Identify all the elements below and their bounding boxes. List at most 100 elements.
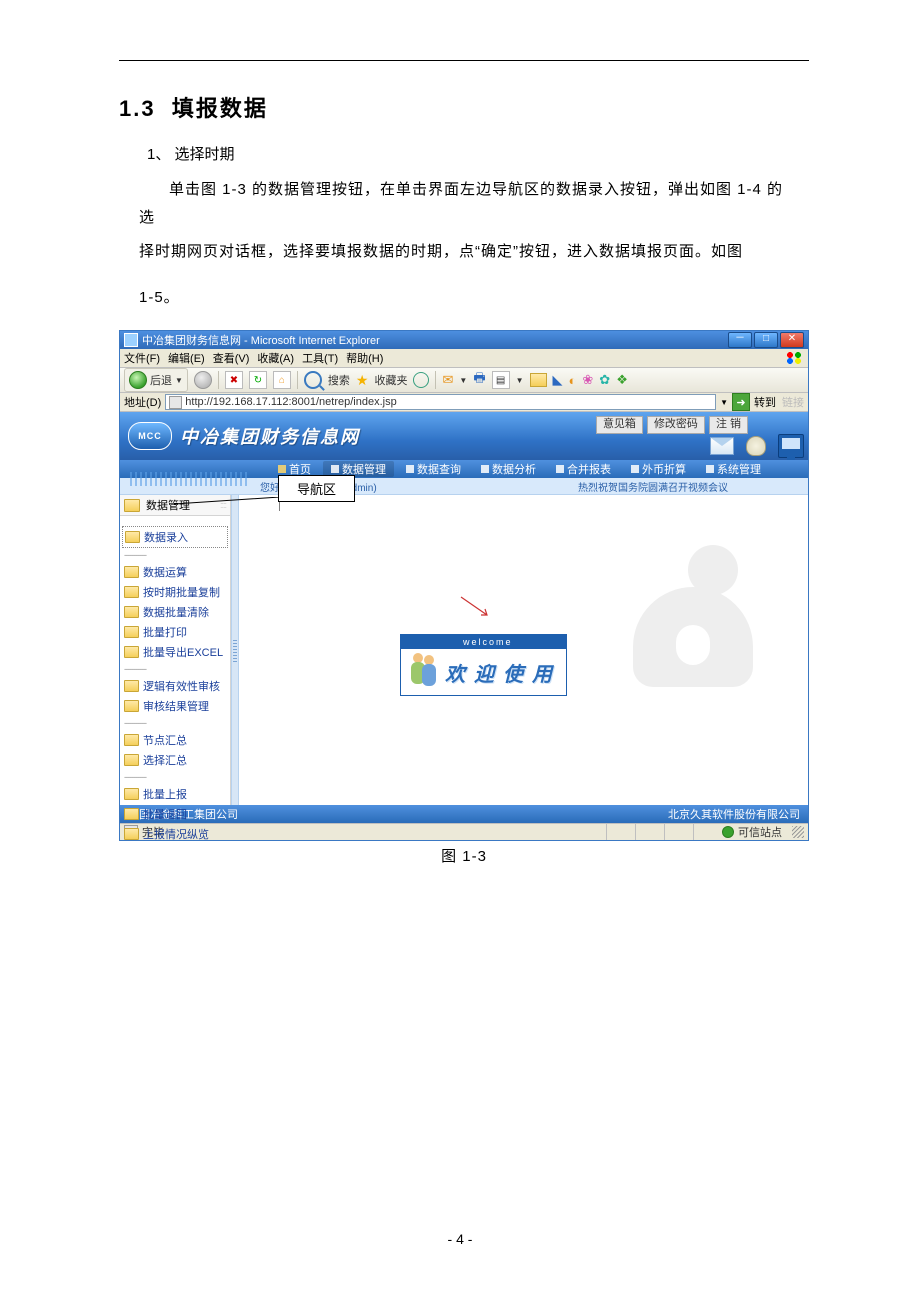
sidebar: 数据管理 :::: 数据录入 ----------- 数据运算 按时期批量复制 …	[120, 495, 231, 805]
app-title: 中冶集团财务信息网	[180, 423, 360, 449]
envelope-icon[interactable]	[710, 437, 734, 455]
sidebar-item-data-input[interactable]: 数据录入	[122, 526, 228, 548]
content-area: welcome 欢 迎 使 用	[239, 495, 808, 805]
web-app: MCC 中冶集团财务信息网 意见箱 修改密码 注 销 首页 数据管理 数据查询	[120, 412, 808, 823]
sidebar-header: 数据管理 ::::	[120, 495, 230, 516]
sidebar-item[interactable]: 批量导出EXCEL	[122, 642, 228, 662]
search-button[interactable]: 搜索	[328, 372, 350, 388]
nav-label: 合并报表	[567, 461, 611, 477]
home-button[interactable]: ⌂	[273, 371, 291, 389]
close-button[interactable]: ✕	[780, 332, 804, 348]
nav-fx-convert[interactable]: 外币折算	[623, 461, 694, 477]
app-header: MCC 中冶集团财务信息网 意见箱 修改密码 注 销	[120, 412, 808, 460]
refresh-button[interactable]: ↻	[249, 371, 267, 389]
tool-icon[interactable]: ❖	[616, 372, 628, 388]
tool-icon[interactable]: ◐	[569, 373, 577, 388]
folder-icon	[125, 531, 140, 543]
sidebar-item[interactable]: 选择汇总	[122, 750, 228, 770]
links-label[interactable]: 链接	[780, 394, 804, 410]
sidebar-item-label: 审核结果管理	[143, 698, 209, 714]
nav-merge-report[interactable]: 合并报表	[548, 461, 619, 477]
sidebar-item[interactable]: 按时期批量复制	[122, 582, 228, 602]
sidebar-item[interactable]: 数据运算	[122, 562, 228, 582]
menu-file[interactable]: 文件(F)	[124, 350, 160, 366]
logout-button[interactable]: 注 销	[709, 416, 748, 434]
menu-view[interactable]: 查看(V)	[213, 350, 250, 366]
folder-icon	[124, 680, 139, 692]
go-label: 转到	[754, 394, 776, 410]
sidebar-list: 数据录入 ----------- 数据运算 按时期批量复制 数据批量清除 批量打…	[120, 516, 230, 848]
folder-icon	[124, 808, 139, 820]
chevron-down-icon: ▼	[516, 376, 524, 385]
search-icon	[304, 371, 322, 389]
ie-window: 中冶集团财务信息网 - Microsoft Internet Explorer …	[119, 330, 809, 841]
menu-fav[interactable]: 收藏(A)	[257, 350, 294, 366]
sidebar-splitter[interactable]	[231, 495, 239, 805]
address-input[interactable]: http://192.168.17.112:8001/netrep/index.…	[165, 394, 716, 410]
sidebar-separator: -----------	[122, 548, 228, 562]
tool-icon[interactable]: ◣	[553, 372, 563, 388]
sidebar-item[interactable]: 上报情况纵览	[122, 824, 228, 844]
trusted-icon	[722, 826, 734, 838]
grip-icon: ::::	[220, 500, 226, 510]
history-button[interactable]	[413, 372, 429, 388]
sidebar-separator: -----------	[122, 662, 228, 676]
maximize-button[interactable]: □	[754, 332, 778, 348]
folder-icon	[124, 626, 139, 638]
page-icon	[169, 396, 182, 409]
sidebar-item[interactable]: 逻辑有效性审核	[122, 676, 228, 696]
monitor-icon[interactable]	[778, 434, 804, 458]
people-icon	[409, 653, 439, 691]
minimize-button[interactable]: －	[728, 332, 752, 348]
grip-icon	[233, 638, 237, 662]
favorites-icon: ★	[356, 372, 369, 389]
sidebar-item[interactable]: 节点汇总	[122, 730, 228, 750]
menu-help[interactable]: 帮助(H)	[346, 350, 383, 366]
nav-data-query[interactable]: 数据查询	[398, 461, 469, 477]
folder-icon	[124, 700, 139, 712]
tool-icon[interactable]: ❀	[582, 372, 593, 388]
sidebar-item[interactable]: 数据批量清除	[122, 602, 228, 622]
nav-label: 数据分析	[492, 461, 536, 477]
footer-right: 北京久其软件股份有限公司	[668, 806, 800, 822]
trusted-label: 可信站点	[738, 824, 782, 840]
nav-label: 系统管理	[717, 461, 761, 477]
sidebar-item-label: 节点汇总	[143, 732, 187, 748]
sidebar-item[interactable]: 批量上报	[122, 784, 228, 804]
forward-button[interactable]	[194, 371, 212, 389]
nav-sys-manage[interactable]: 系统管理	[698, 461, 769, 477]
sidebar-item[interactable]: 批量退回	[122, 804, 228, 824]
chevron-down-icon[interactable]: ▼	[720, 398, 728, 407]
tool-icon[interactable]: ✿	[599, 372, 610, 388]
sidebar-item-label: 按时期批量复制	[143, 584, 220, 600]
nav-icon	[481, 465, 489, 473]
folder-icon[interactable]	[530, 373, 547, 387]
step-title: 选择时期	[175, 146, 235, 163]
suggestion-box-button[interactable]: 意见箱	[596, 416, 643, 434]
mail-icon[interactable]: ✉	[442, 372, 453, 388]
sidebar-item-label: 逻辑有效性审核	[143, 678, 220, 694]
sidebar-item[interactable]: 批量打印	[122, 622, 228, 642]
go-button[interactable]: ➜	[732, 393, 750, 411]
nav-icon	[556, 465, 564, 473]
sidebar-item[interactable]: 审核结果管理	[122, 696, 228, 716]
page-number: - 4 -	[0, 1231, 920, 1247]
nav-data-analyze[interactable]: 数据分析	[473, 461, 544, 477]
address-url: http://192.168.17.112:8001/netrep/index.…	[185, 396, 396, 408]
sidebar-item-label: 数据运算	[143, 564, 187, 580]
body-paragraph-2: 择时期网页对话框，选择要填报数据的时期，点“确定”按钮，进入数据填报页面。如图	[139, 238, 789, 266]
favorites-button[interactable]: 收藏夹	[374, 372, 407, 388]
sidebar-item-label: 批量退回	[143, 806, 187, 822]
back-button[interactable]: 后退 ▼	[124, 368, 188, 392]
print-icon[interactable]: 🖶	[473, 369, 485, 391]
bell-icon[interactable]	[746, 436, 766, 456]
edit-icon[interactable]: ▤	[492, 371, 510, 389]
change-password-button[interactable]: 修改密码	[647, 416, 705, 434]
stop-button[interactable]: ✖	[225, 371, 243, 389]
folder-icon	[124, 734, 139, 746]
toolbar-separator	[435, 371, 436, 389]
menu-edit[interactable]: 编辑(E)	[168, 350, 205, 366]
figure-caption: 图 1-3	[119, 845, 809, 866]
menu-tools[interactable]: 工具(T)	[302, 350, 338, 366]
nav-label: 数据查询	[417, 461, 461, 477]
